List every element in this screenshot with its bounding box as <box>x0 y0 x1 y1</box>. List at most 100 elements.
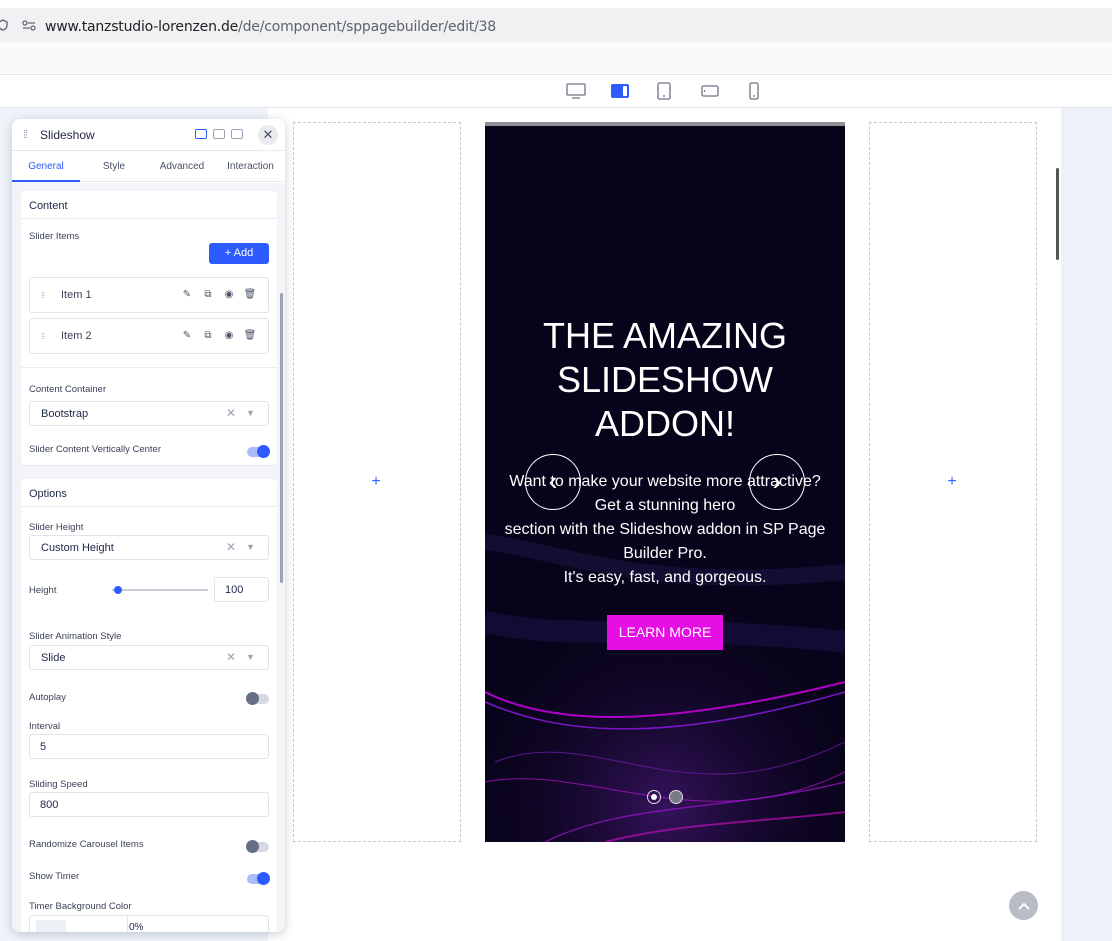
clear-x-icon[interactable]: ✕ <box>226 406 236 420</box>
interval-label: Interval <box>29 721 61 732</box>
slide-dot-2[interactable] <box>669 790 683 804</box>
clear-x-icon[interactable]: ✕ <box>226 650 236 664</box>
chevron-down-icon: ▼ <box>246 408 255 418</box>
input-value: 0% <box>129 922 144 932</box>
slide-dot-1[interactable] <box>647 790 661 804</box>
clear-x-icon[interactable]: ✕ <box>226 540 236 554</box>
slider-items-label: Slider Items <box>29 231 80 242</box>
vertically-center-toggle[interactable] <box>247 445 270 458</box>
animation-style-select[interactable]: Slide ✕ ▼ <box>29 645 269 670</box>
layout-float-icon[interactable] <box>195 129 207 139</box>
tab-general[interactable]: General <box>12 151 80 182</box>
panel-tabs: General Style Advanced Interaction <box>12 151 285 182</box>
content-section: Content Slider Items + Add ⁞⁞ Item 1 ✎ ⧉… <box>21 191 277 465</box>
slider-height-select[interactable]: Custom Height ✕ ▼ <box>29 535 269 560</box>
add-addon-left-plus-icon[interactable]: + <box>368 474 384 490</box>
options-section: Options Slider Height Custom Height ✕ ▼ … <box>21 479 277 932</box>
addon-settings-panel: ⁞⁞ Slideshow ✕ General Style Advanced In… <box>12 119 285 932</box>
panel-scrollbar[interactable] <box>280 293 283 583</box>
eye-icon[interactable]: ◉ <box>222 329 236 343</box>
height-slider-track[interactable] <box>112 589 208 591</box>
slide-subtitle-line-3: section with the Slideshow addon in SP P… <box>504 521 826 538</box>
canvas-margin <box>1061 108 1112 941</box>
panel-title: Slideshow <box>40 128 95 142</box>
panel-header[interactable]: ⁞⁞ Slideshow ✕ <box>12 119 285 151</box>
autoplay-toggle[interactable] <box>246 692 269 705</box>
input-value: 800 <box>40 799 59 811</box>
slideshow-preview[interactable]: THE AMAZING SLIDESHOW ADDON! Want to mak… <box>485 122 845 842</box>
tab-advanced[interactable]: Advanced <box>148 151 216 182</box>
layout-left-dock-icon[interactable] <box>213 129 225 139</box>
trash-icon[interactable]: 🗑 <box>243 288 257 302</box>
slider-item-label: Item 2 <box>61 330 92 342</box>
show-timer-toggle[interactable] <box>247 872 270 885</box>
divider <box>21 367 277 368</box>
add-addon-right-plus-icon[interactable]: + <box>944 474 960 490</box>
url-path: /de/component/sppagebuilder/edit/38 <box>238 19 497 35</box>
select-value: Slide <box>41 652 66 664</box>
slide-title-line-3: ADDON! <box>594 403 735 444</box>
desktop-view-button[interactable] <box>565 81 587 101</box>
select-value: Bootstrap <box>41 408 89 420</box>
tab-interaction[interactable]: Interaction <box>216 151 285 182</box>
divider <box>127 916 128 932</box>
layout-right-dock-icon[interactable] <box>231 129 243 139</box>
interval-input[interactable]: 5 <box>29 734 269 759</box>
url-text[interactable]: www.tanzstudio-lorenzen.de/de/component/… <box>45 19 496 35</box>
site-info-icon[interactable] <box>0 19 9 31</box>
duplicate-icon[interactable]: ⧉ <box>201 288 215 302</box>
drag-handle-icon[interactable]: ⁞⁞ <box>41 290 45 300</box>
content-section-title: Content <box>29 200 68 212</box>
tablet-landscape-view-button[interactable] <box>699 81 721 101</box>
drag-handle-icon[interactable]: ⁞⁞ <box>23 129 28 141</box>
content-container-select[interactable]: Bootstrap ✕ ▼ <box>29 401 269 426</box>
pencil-icon[interactable]: ✎ <box>180 288 194 302</box>
tab-style[interactable]: Style <box>80 151 148 182</box>
height-slider-handle[interactable] <box>114 586 122 594</box>
input-value: 5 <box>40 741 47 753</box>
height-input[interactable]: 100 <box>214 577 269 602</box>
slider-item-2[interactable]: ⁞⁞ Item 2 ✎ ⧉ ◉ 🗑 <box>29 318 269 354</box>
sliding-speed-input[interactable]: 800 <box>29 792 269 817</box>
chevron-down-icon: ▼ <box>246 652 255 662</box>
page-settings-icon[interactable] <box>22 19 36 31</box>
color-swatch[interactable] <box>36 920 66 932</box>
show-timer-label: Show Timer <box>29 871 80 882</box>
learn-more-button[interactable]: LEARN MORE <box>607 615 723 650</box>
desktop-icon <box>566 83 586 99</box>
timer-bg-color-input[interactable]: 0% <box>29 915 269 932</box>
next-slide-chevron-right-icon[interactable]: › <box>749 454 805 510</box>
laptop-view-button[interactable] <box>609 81 631 101</box>
mobile-view-button[interactable] <box>743 81 765 101</box>
add-item-button[interactable]: + Add <box>209 243 269 264</box>
slide-subtitle-line-5: It's easy, fast, and gorgeous. <box>563 569 767 586</box>
input-value: 100 <box>225 584 244 596</box>
prev-slide-chevron-left-icon[interactable]: ‹ <box>525 454 581 510</box>
timer-bg-color-label: Timer Background Color <box>29 901 132 912</box>
divider <box>21 506 277 507</box>
drag-handle-icon[interactable]: ⁞⁞ <box>41 331 45 341</box>
page-scrollbar[interactable] <box>1056 168 1059 260</box>
chevron-down-icon: ▼ <box>246 542 255 552</box>
panel-body: Content Slider Items + Add ⁞⁞ Item 1 ✎ ⧉… <box>12 183 285 932</box>
slider-item-1[interactable]: ⁞⁞ Item 1 ✎ ⧉ ◉ 🗑 <box>29 277 269 313</box>
toolbar-area <box>0 42 1112 75</box>
tablet-view-button[interactable] <box>653 81 675 101</box>
tablet-landscape-icon <box>701 85 719 97</box>
close-icon[interactable]: ✕ <box>258 125 278 145</box>
trash-icon[interactable]: 🗑 <box>243 329 257 343</box>
scroll-to-top-chevron-up-icon[interactable] <box>1009 891 1038 920</box>
randomize-toggle[interactable] <box>246 840 269 853</box>
height-label: Height <box>29 585 57 596</box>
mobile-icon <box>749 82 759 100</box>
pencil-icon[interactable]: ✎ <box>180 329 194 343</box>
divider <box>21 218 277 219</box>
slider-height-label: Slider Height <box>29 522 84 533</box>
vertically-center-label: Slider Content Vertically Center <box>29 444 162 455</box>
slide-title-line-2: SLIDESHOW <box>556 359 774 400</box>
options-section-title: Options <box>29 488 67 500</box>
slider-item-label: Item 1 <box>61 289 92 301</box>
duplicate-icon[interactable]: ⧉ <box>201 329 215 343</box>
address-bar[interactable]: www.tanzstudio-lorenzen.de/de/component/… <box>0 8 1112 42</box>
eye-icon[interactable]: ◉ <box>222 288 236 302</box>
